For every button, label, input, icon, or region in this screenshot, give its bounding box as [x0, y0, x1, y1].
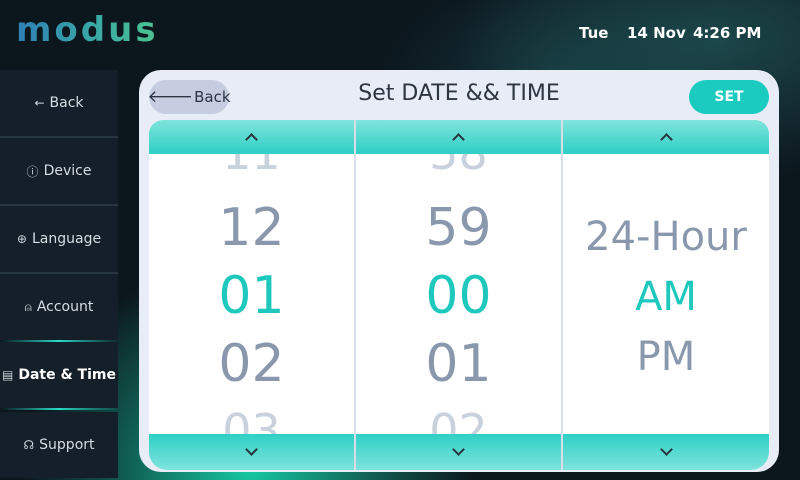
chevron-up-icon: [452, 133, 465, 146]
minute-selected[interactable]: 00: [356, 270, 561, 322]
chevron-down-icon: [245, 443, 258, 456]
hour-option[interactable]: 02: [149, 338, 354, 390]
sidebar-item-label: Date & Time: [18, 367, 116, 383]
format-option[interactable]: PM: [563, 337, 769, 377]
sidebar-item-back[interactable]: ← Back: [0, 70, 118, 136]
sidebar: ← Back ⓘ Device ⊕ Language ⍝ Account ▤ D…: [0, 70, 118, 480]
minute-down-button[interactable]: [356, 434, 561, 470]
chevron-down-icon: [659, 443, 673, 456]
minute-option[interactable]: 01: [356, 338, 561, 390]
page-title: Set DATE && TIME: [358, 81, 560, 106]
sidebar-item-label: Account: [36, 299, 94, 315]
chevron-down-icon: [452, 443, 465, 456]
globe-icon: ⊕: [16, 232, 27, 246]
user-icon: ⍝: [24, 299, 32, 314]
hour-wheel[interactable]: 11 12 01 02 03: [149, 120, 354, 470]
sidebar-item-device[interactable]: ⓘ Device: [0, 138, 118, 204]
sidebar-item-account[interactable]: ⍝ Account: [0, 274, 118, 340]
top-bar: modus Tue 14 Nov 4:26 PM: [0, 0, 800, 68]
hour-selected[interactable]: 01: [149, 270, 354, 322]
hour-up-button[interactable]: [149, 120, 354, 154]
sidebar-item-date-time[interactable]: ▤ Date & Time: [0, 342, 118, 408]
sidebar-item-label: Device: [43, 163, 92, 179]
minute-up-button[interactable]: [356, 120, 561, 154]
format-wheel[interactable]: 24-Hour AM PM: [563, 120, 769, 470]
time-picker: 11 12 01 02 03 58 59 00 01 02 24-Hour AM…: [149, 120, 769, 470]
format-option[interactable]: 24-Hour: [563, 217, 769, 257]
status-day: Tue: [579, 24, 609, 42]
chevron-up-icon: [245, 133, 258, 146]
sidebar-item-support[interactable]: ☊ Support: [0, 412, 118, 478]
minute-wheel[interactable]: 58 59 00 01 02: [356, 120, 561, 470]
sidebar-divider-active-bottom: [0, 408, 118, 410]
calendar-icon: ▤: [2, 368, 14, 382]
date-time-panel: 🡐 Back Set DATE && TIME SET 11 12 01 02 …: [139, 70, 779, 472]
sidebar-item-label: Back: [49, 95, 84, 111]
minute-option[interactable]: 59: [356, 202, 561, 254]
format-up-button[interactable]: [563, 120, 769, 154]
status-time: 4:26 PM: [693, 24, 762, 42]
sidebar-item-label: Support: [39, 437, 95, 453]
set-button[interactable]: SET: [689, 80, 769, 114]
info-icon: ⓘ: [26, 164, 39, 179]
sidebar-item-language[interactable]: ⊕ Language: [0, 206, 118, 272]
chevron-up-icon: [659, 133, 673, 146]
format-selected[interactable]: AM: [563, 277, 769, 317]
modus-logo: modus: [16, 10, 159, 50]
hour-option[interactable]: 12: [149, 202, 354, 254]
headset-icon: ☊: [23, 438, 35, 452]
status-date: 14 Nov: [627, 24, 686, 42]
arrow-left-icon: ←: [34, 96, 45, 110]
sidebar-item-label: Language: [31, 231, 102, 247]
hour-down-button[interactable]: [149, 434, 354, 470]
format-down-button[interactable]: [563, 434, 769, 470]
